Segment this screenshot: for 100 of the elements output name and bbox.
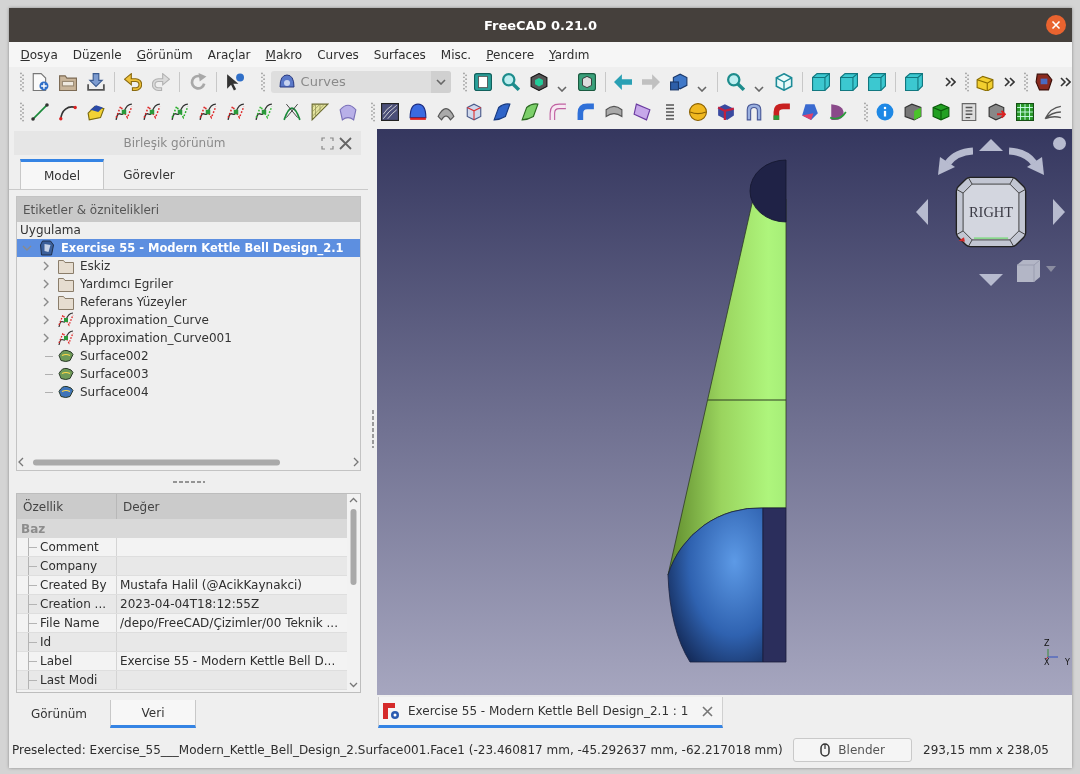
magnifier-icon[interactable] bbox=[501, 72, 520, 91]
spline-icon[interactable] bbox=[143, 102, 161, 121]
grip-icon[interactable] bbox=[462, 71, 467, 92]
new-document-icon[interactable] bbox=[31, 72, 49, 91]
chevron-right-icon[interactable] bbox=[43, 333, 49, 343]
pentagon-icon[interactable] bbox=[801, 102, 819, 121]
grip-icon[interactable] bbox=[260, 71, 265, 92]
menu-item[interactable]: Yardım bbox=[541, 47, 597, 62]
menu-item[interactable]: Misc. bbox=[433, 47, 479, 62]
cube-icon[interactable] bbox=[812, 72, 831, 91]
pipe-icon[interactable] bbox=[577, 102, 595, 121]
tree-item[interactable]: Surface003 bbox=[17, 365, 360, 383]
hexagon-icon[interactable] bbox=[529, 72, 548, 91]
spline-icon[interactable] bbox=[115, 102, 133, 121]
tree-item[interactable]: Approximation_Curve001 bbox=[17, 329, 360, 347]
caret-icon[interactable] bbox=[435, 78, 446, 85]
document-tab[interactable]: Exercise 55 - Modern Kettle Bell Design_2.1 : 1 bbox=[378, 697, 724, 728]
menu-item[interactable]: Dosya bbox=[13, 47, 66, 62]
grip-icon[interactable] bbox=[371, 101, 375, 122]
stacked-boxes-icon[interactable] bbox=[670, 72, 689, 91]
horizontal-scrollbar[interactable] bbox=[17, 455, 360, 469]
close-icon[interactable] bbox=[1046, 15, 1066, 35]
navigation-style-button[interactable]: Blender bbox=[793, 737, 913, 762]
menu-item[interactable]: Curves bbox=[309, 47, 367, 62]
spline-icon[interactable] bbox=[227, 102, 245, 121]
grip-icon[interactable] bbox=[864, 101, 868, 122]
pipe-icon[interactable] bbox=[549, 102, 567, 121]
menu-item[interactable]: Surfaces bbox=[366, 47, 434, 62]
arrow-right-icon[interactable] bbox=[1053, 199, 1065, 225]
tree-item[interactable]: Referans Yüzeyler bbox=[17, 293, 360, 311]
leaf-icon[interactable] bbox=[521, 102, 539, 121]
cube-icon[interactable] bbox=[465, 102, 483, 121]
tree-item[interactable]: Surface004 bbox=[17, 383, 360, 401]
info-icon[interactable] bbox=[876, 102, 894, 121]
small-cube-icon[interactable] bbox=[1017, 260, 1040, 282]
document-icon[interactable] bbox=[960, 102, 978, 121]
double-chevron-icon[interactable] bbox=[1003, 76, 1015, 87]
splitter-grip-icon[interactable] bbox=[371, 410, 374, 448]
arch-icon[interactable] bbox=[745, 102, 763, 121]
tab[interactable]: Model bbox=[20, 159, 104, 189]
chevron-right-icon[interactable] bbox=[43, 315, 49, 325]
sphere-icon[interactable] bbox=[689, 102, 707, 121]
grid-icon[interactable] bbox=[1016, 102, 1034, 121]
menu-icon[interactable] bbox=[1053, 137, 1066, 150]
parabola-icon[interactable] bbox=[283, 102, 301, 121]
triangle-mesh-icon[interactable] bbox=[311, 102, 329, 121]
coil-icon[interactable] bbox=[666, 103, 674, 120]
arrow-up-icon[interactable] bbox=[979, 139, 1003, 151]
caret-icon[interactable] bbox=[754, 85, 765, 92]
cube-icon[interactable] bbox=[904, 102, 922, 121]
cube-icon[interactable] bbox=[932, 102, 950, 121]
chevron-right-icon[interactable] bbox=[43, 279, 49, 289]
grip-icon[interactable] bbox=[965, 71, 969, 92]
cube-outline-icon[interactable] bbox=[775, 72, 794, 91]
caret-icon[interactable] bbox=[556, 85, 567, 92]
grip-icon[interactable] bbox=[20, 101, 24, 122]
pointer-icon[interactable] bbox=[225, 72, 244, 91]
arrow-down-icon[interactable] bbox=[979, 274, 1003, 286]
tree-item[interactable]: Eskiz bbox=[17, 257, 360, 275]
boxes-icon[interactable] bbox=[717, 102, 735, 121]
folder-icon[interactable] bbox=[59, 72, 77, 91]
line-icon[interactable] bbox=[31, 102, 49, 121]
chevron-right-icon[interactable] bbox=[43, 261, 49, 271]
menu-item[interactable]: Pencere bbox=[478, 47, 542, 62]
pipe-icon[interactable] bbox=[773, 102, 791, 121]
menu-item[interactable]: Makro bbox=[258, 47, 310, 62]
tab[interactable]: Görevler bbox=[104, 159, 194, 189]
surface-patch-icon[interactable] bbox=[339, 102, 357, 121]
menu-item[interactable]: Görünüm bbox=[129, 47, 201, 62]
property-value[interactable]: Mustafa Halil (@AcikKaynakci) bbox=[117, 576, 347, 594]
rotate-right-icon[interactable] bbox=[1009, 146, 1045, 176]
cube-icon[interactable] bbox=[868, 72, 887, 91]
cube-arrow-icon[interactable] bbox=[988, 102, 1006, 121]
tree-item[interactable]: Yardımcı Egriler bbox=[17, 275, 360, 293]
spline-icon[interactable] bbox=[199, 102, 217, 121]
caret-icon[interactable] bbox=[697, 85, 708, 92]
framed-page-icon[interactable] bbox=[473, 72, 492, 91]
tab[interactable]: Görünüm bbox=[10, 700, 108, 728]
magnifier-icon[interactable] bbox=[727, 72, 746, 91]
cube-icon[interactable] bbox=[905, 72, 923, 91]
arrow-left-icon[interactable] bbox=[614, 72, 633, 91]
tree-item[interactable]: Surface002 bbox=[17, 347, 360, 365]
surface-icon[interactable] bbox=[87, 102, 105, 121]
tree-item[interactable]: Approximation_Curve bbox=[17, 311, 360, 329]
striped-square-icon[interactable] bbox=[381, 102, 399, 121]
leaf-icon[interactable] bbox=[493, 102, 511, 121]
close-icon[interactable] bbox=[339, 136, 352, 150]
undo-icon[interactable] bbox=[123, 72, 142, 91]
dome-icon[interactable] bbox=[409, 102, 427, 121]
property-value[interactable]: Exercise 55 - Modern Kettle Bell D... bbox=[117, 652, 347, 670]
rotate-left-icon[interactable] bbox=[937, 146, 973, 176]
property-value[interactable]: /depo/FreeCAD/Çizimler/00 Teknik ... bbox=[117, 614, 347, 632]
arrow-left-icon[interactable] bbox=[916, 199, 928, 225]
menu-item[interactable]: Araçlar bbox=[200, 47, 258, 62]
cube-icon[interactable] bbox=[840, 72, 859, 91]
grip-icon[interactable] bbox=[20, 71, 24, 92]
grip-icon[interactable] bbox=[1024, 71, 1028, 92]
spline-icon[interactable] bbox=[255, 102, 273, 121]
tray-arrow-icon[interactable] bbox=[87, 72, 105, 91]
tab[interactable]: Veri bbox=[110, 700, 196, 728]
